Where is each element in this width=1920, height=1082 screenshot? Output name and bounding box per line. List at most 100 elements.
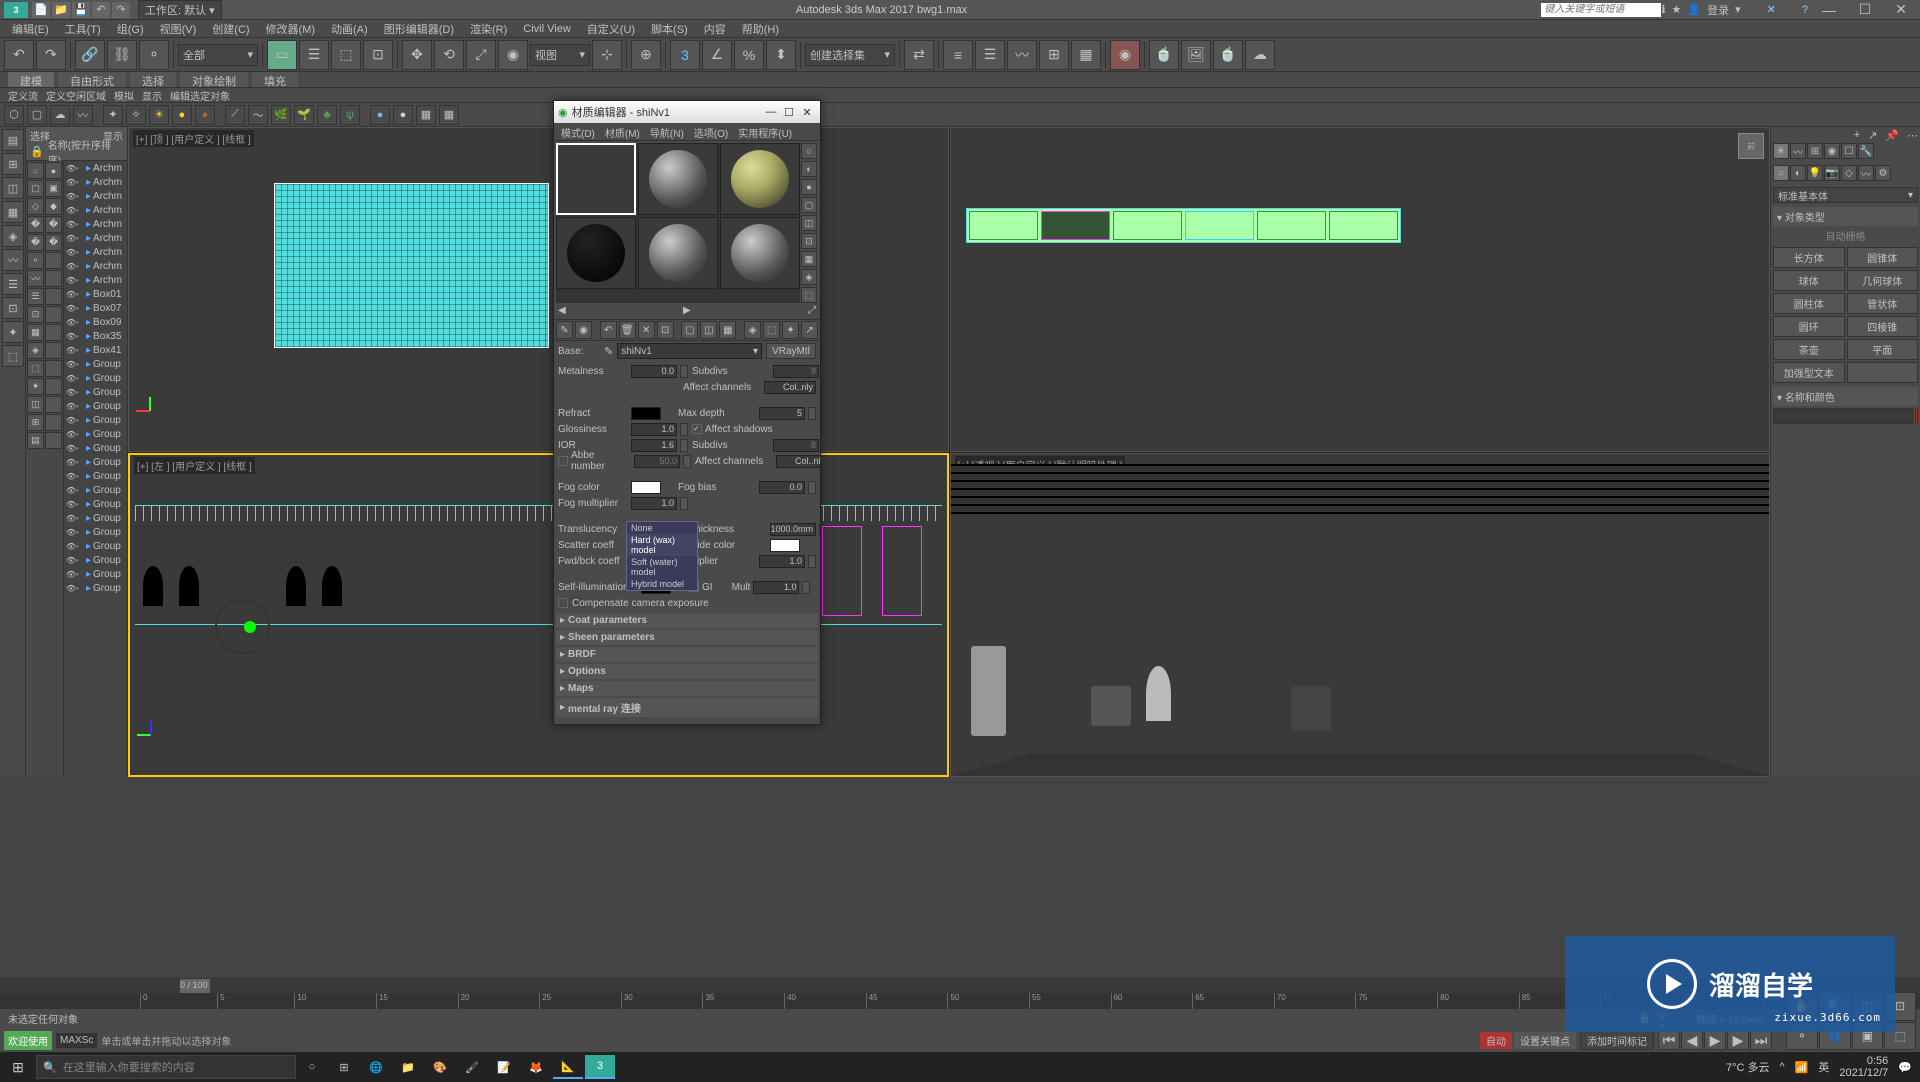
mattb-3[interactable]: ↶ [600,321,617,339]
matvtool-4[interactable]: ◫ [801,215,817,231]
tray-up[interactable]: ^ [1779,1061,1784,1073]
scene-item[interactable]: 👁•▸Box07 [64,301,127,315]
scene-item[interactable]: 👁•▸Group [64,553,127,567]
task-cortana[interactable]: ○ [297,1055,327,1079]
seicon-2a[interactable]: ◇ [27,198,44,215]
move-button[interactable]: ✥ [402,40,432,70]
star-icon[interactable]: ★ [1672,3,1682,16]
cp-pin-icon[interactable]: 📌 [1885,129,1899,143]
lefttool-6[interactable]: ☰ [2,273,24,295]
mattb-12[interactable]: ◈ [744,321,761,339]
scene-item[interactable]: 👁•▸Archm [64,161,127,175]
space-cat[interactable]: 〰 [1858,165,1874,181]
task-app4[interactable]: 📐 [553,1055,583,1079]
rollout-object-type[interactable]: ▾ 对象类型 [1773,207,1918,226]
lock-icon[interactable]: 🔒 [30,145,44,158]
coord-system[interactable]: 视图▾ [530,44,590,66]
menu-组(G)[interactable]: 组(G) [109,20,152,37]
scene-item[interactable]: 👁•▸Group [64,441,127,455]
seicon-8a[interactable]: ⊡ [27,306,44,323]
autokey-button[interactable]: 自动 [1480,1032,1512,1049]
schematic-button[interactable]: ⊞ [1039,40,1069,70]
obj-light2[interactable]: ✧ [126,105,146,125]
matvtool-1[interactable]: ◐ [801,161,817,177]
scene-item[interactable]: 👁•▸Group [64,525,127,539]
scene-item[interactable]: 👁•▸Group [64,357,127,371]
obj-box[interactable]: ▢ [27,105,47,125]
seicon-12b[interactable] [45,378,62,395]
info-icon[interactable]: ℹ [1661,3,1665,16]
seicon-5a[interactable]: ⚬ [27,252,44,269]
matmenu-[interactable] [797,123,807,140]
cp-more-icon[interactable]: ⋯ [1907,129,1918,143]
seicon-6b[interactable] [45,270,62,287]
seicon-12a[interactable]: ✦ [27,378,44,395]
scroll-right-icon[interactable]: ▶ [683,305,691,319]
mat-slot-3[interactable] [720,143,800,215]
render-prod[interactable]: ☁ [1245,40,1275,70]
seicon-15a[interactable]: ▤ [27,432,44,449]
opt-hybrid[interactable]: Hybrid model [627,578,697,590]
scene-item[interactable]: 👁•▸Group [64,413,127,427]
seicon-11a[interactable]: ⬚ [27,360,44,377]
obj-grid2[interactable]: ▦ [439,105,459,125]
lefttool-8[interactable]: ✦ [2,321,24,343]
layer-button[interactable]: ☰ [975,40,1005,70]
obj-grid1[interactable]: ▦ [416,105,436,125]
scene-item[interactable]: 👁•▸Group [64,427,127,441]
unlink-button[interactable]: ⛓ [107,40,137,70]
scene-item[interactable]: 👁•▸Archm [64,217,127,231]
seicon-5b[interactable] [45,252,62,269]
abbe-check[interactable] [558,456,568,466]
translucency-options[interactable]: None Hard (wax) model Soft (water) model… [626,521,698,591]
scale-button[interactable]: ⤢ [466,40,496,70]
rotate-button[interactable]: ⟲ [434,40,464,70]
lefttool-4[interactable]: ◈ [2,225,24,247]
selection-filter[interactable]: 全部▾ [178,44,258,66]
matmenu-模式(D)[interactable]: 模式(D) [556,123,600,140]
hierarchy-tab[interactable]: ⊞ [1807,143,1823,159]
mattb-13[interactable]: ⬚ [763,321,780,339]
mattb-10[interactable]: ▦ [719,321,736,339]
pct-snap[interactable]: % [734,40,764,70]
seicon-15b[interactable] [45,432,62,449]
obj-plant2[interactable]: ♣ [317,105,337,125]
seicon-14b[interactable] [45,414,62,431]
obj-tree[interactable]: 🌿 [271,105,291,125]
create-tab[interactable]: ✳ [1773,143,1789,159]
menu-工具(T)[interactable]: 工具(T) [57,20,109,37]
select-window[interactable]: ⊡ [363,40,393,70]
select-rect[interactable]: ⬚ [331,40,361,70]
mat-slot-1[interactable] [556,143,636,215]
rollout-mental ray 连接[interactable]: ▸mental ray 连接 [556,698,818,717]
task-view[interactable]: ⊞ [329,1055,359,1079]
seicon-11b[interactable] [45,360,62,377]
create-四棱锥[interactable]: 四棱锥 [1847,316,1919,337]
modify-tab[interactable]: 〰 [1790,143,1806,159]
mat-max[interactable]: ☐ [780,104,798,120]
qat-new[interactable]: 📄 [32,2,50,18]
manip-button[interactable]: ⊕ [631,40,661,70]
task-firefox[interactable]: 🦊 [521,1055,551,1079]
maxscript-label[interactable]: MAXSc [56,1033,97,1048]
scene-item[interactable]: 👁•▸Group [64,385,127,399]
matmenu-导航(N)[interactable]: 导航(N) [645,123,689,140]
lefttool-2[interactable]: ◫ [2,177,24,199]
ribbon-自由形式[interactable]: 自由形式 [58,72,126,87]
mattb-1[interactable]: ◉ [575,321,592,339]
play-end[interactable]: ⏭ [1750,1030,1772,1050]
menu-修改器(M)[interactable]: 修改器(M) [258,20,324,37]
scene-item[interactable]: 👁•▸Group [64,539,127,553]
scene-item[interactable]: 👁•▸Box09 [64,315,127,329]
menu-脚本(S)[interactable]: 脚本(S) [643,20,696,37]
select-name[interactable]: ☰ [299,40,329,70]
rollout-Maps[interactable]: ▸Maps [556,681,818,696]
weather[interactable]: 7°C 多云 [1726,1059,1770,1075]
rollout-Coat parameters[interactable]: ▸Coat parameters [556,613,818,628]
obj-sphere1[interactable]: ● [370,105,390,125]
cp-arrow-icon[interactable]: ↗ [1868,129,1877,143]
scene-item[interactable]: 👁•▸Group [64,511,127,525]
menu-动画(A)[interactable]: 动画(A) [323,20,376,37]
task-app1[interactable]: 🎨 [425,1055,455,1079]
category-dropdown[interactable]: 标准基本体▾ [1773,187,1918,203]
